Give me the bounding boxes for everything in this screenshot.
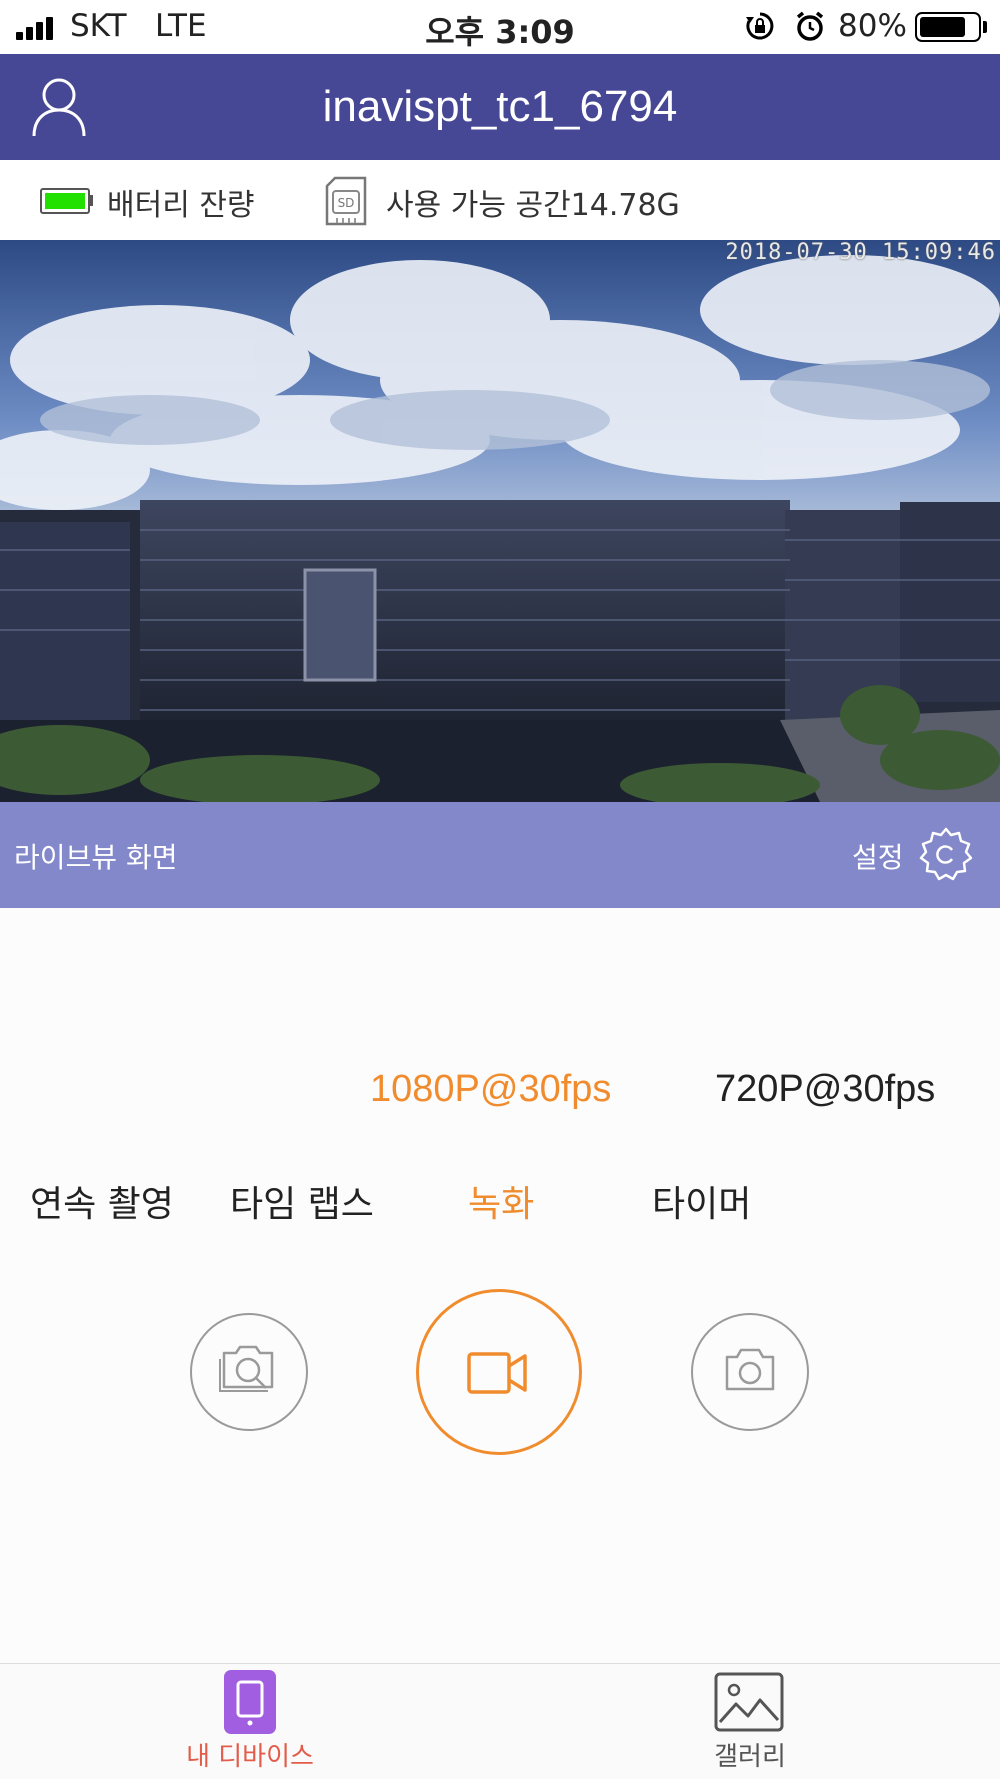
battery-label: 배터리 잔량 (107, 188, 255, 223)
gallery-icon[interactable] (714, 1672, 784, 1732)
live-timestamp: 2018-07-30 15:09:46 (725, 240, 996, 265)
live-view-label: 라이브뷰 화면 (14, 841, 178, 874)
settings-button[interactable]: 설정 (852, 836, 904, 876)
timelapse-capture-button[interactable] (190, 1313, 308, 1431)
tab-my-devices[interactable]: 내 디바이스 (180, 1736, 320, 1773)
camera-icon (725, 1348, 775, 1391)
status-bar: SKT LTE 오후 3:09 80% (0, 0, 1000, 54)
svg-text:SD: SD (338, 196, 355, 210)
sd-card-icon: SD (325, 176, 367, 226)
live-view-image[interactable]: 2018-07-30 15:09:46 (0, 240, 1000, 802)
rotation-lock-icon (746, 12, 774, 40)
timelapse-camera-icon (219, 1345, 274, 1392)
device-battery-fill (45, 193, 85, 209)
mode-timer[interactable]: 타이머 (652, 1175, 751, 1227)
battery-tip (983, 21, 987, 33)
device-battery-tip (89, 195, 93, 206)
phone-device-icon[interactable] (224, 1670, 276, 1734)
photo-capture-button[interactable] (691, 1313, 809, 1431)
mode-record[interactable]: 녹화 (468, 1175, 534, 1227)
storage-label: 사용 가능 공간14.78G (386, 188, 680, 223)
record-button[interactable] (416, 1289, 582, 1455)
video-camera-icon (467, 1352, 527, 1394)
tab-bar (0, 1663, 1000, 1779)
mode-burst[interactable]: 연속 촬영 (30, 1175, 174, 1227)
app-header: inavispt_tc1_6794 (0, 54, 1000, 160)
gear-icon[interactable] (918, 826, 974, 882)
mode-timelapse[interactable]: 타임 랩스 (230, 1175, 374, 1227)
live-view-bar: 라이브뷰 화면 설정 (0, 802, 1000, 908)
battery-fill (920, 17, 965, 37)
alarm-icon (796, 11, 824, 41)
resolution-1080p[interactable]: 1080P@30fps (370, 1068, 611, 1111)
battery-percent: 80% (838, 8, 907, 44)
resolution-720p[interactable]: 720P@30fps (715, 1068, 935, 1111)
live-view-scene (0, 240, 1000, 802)
battery-icon (915, 12, 981, 42)
device-title: inavispt_tc1_6794 (322, 82, 678, 131)
device-battery-icon (40, 188, 90, 214)
tab-gallery[interactable]: 갤러리 (680, 1736, 820, 1773)
device-info-bar: 배터리 잔량 SD 사용 가능 공간14.78G (0, 160, 1000, 240)
